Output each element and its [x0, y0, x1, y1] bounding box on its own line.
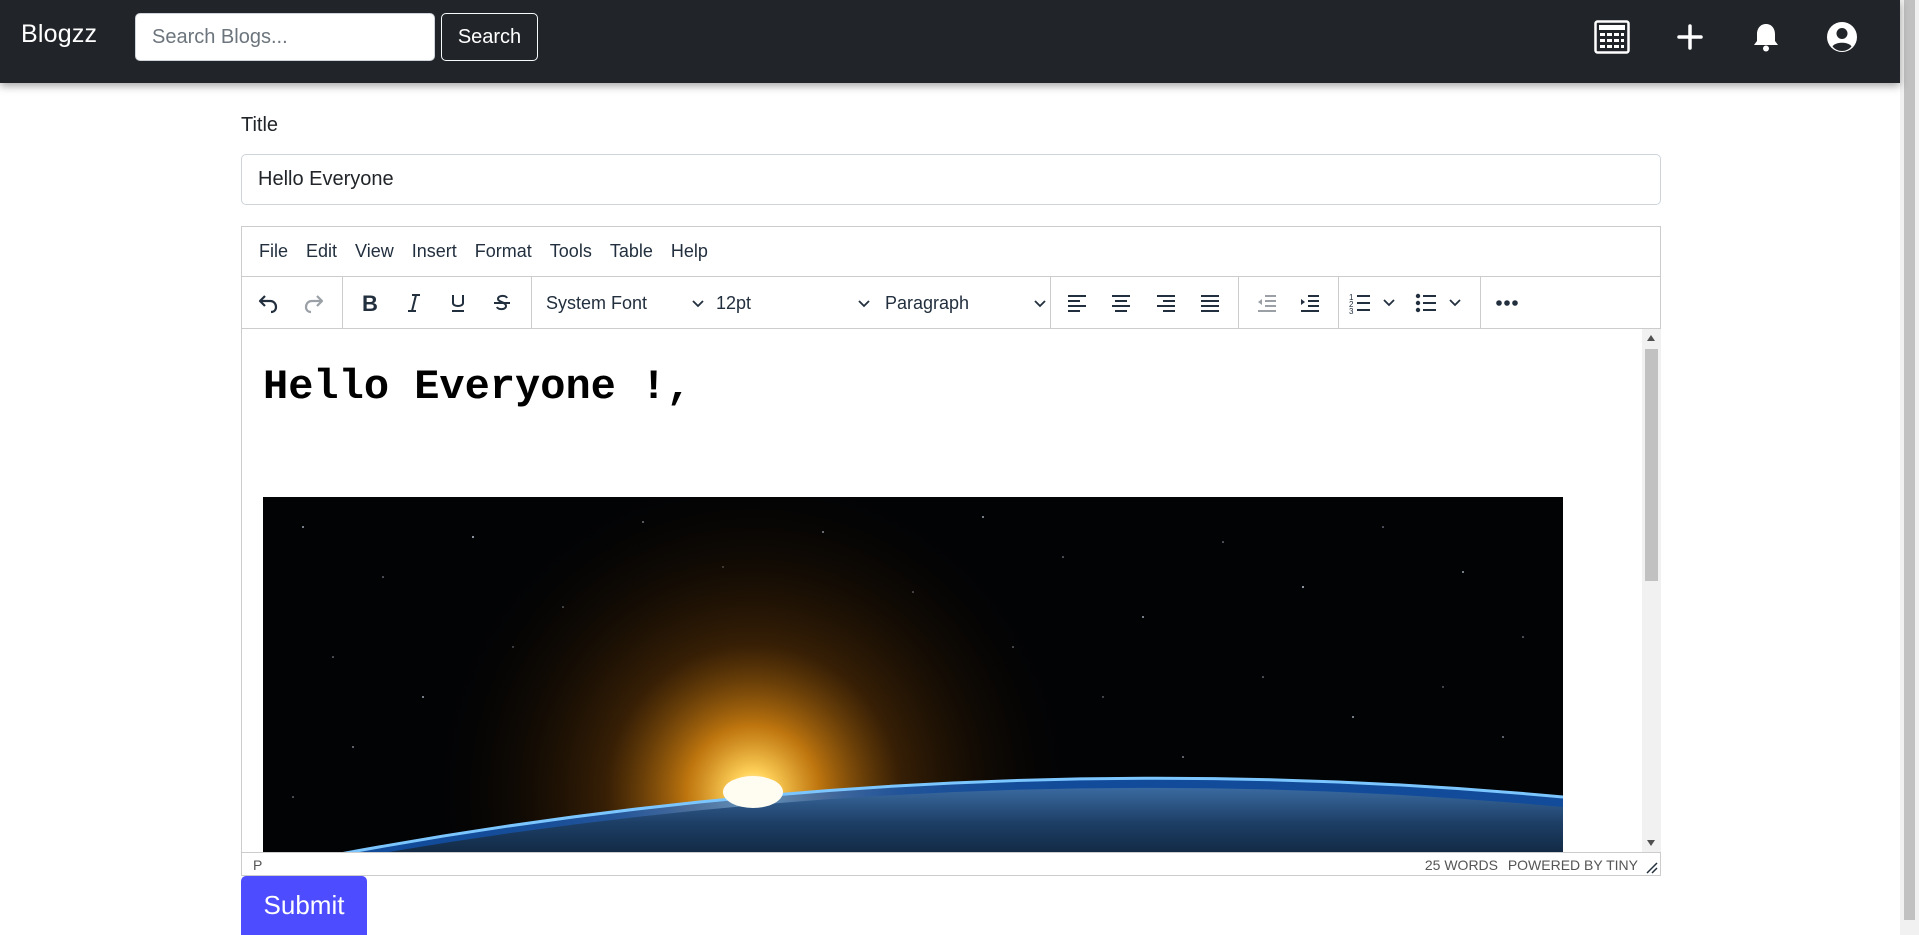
- menu-insert[interactable]: Insert: [403, 241, 466, 262]
- calculator-icon[interactable]: [1594, 19, 1630, 55]
- menu-table[interactable]: Table: [601, 241, 662, 262]
- bell-icon[interactable]: [1748, 19, 1784, 55]
- align-right-icon[interactable]: [1149, 286, 1183, 320]
- strikethrough-icon[interactable]: [485, 286, 519, 320]
- content-heading[interactable]: Hello Everyone !,: [263, 363, 691, 411]
- redo-icon[interactable]: [297, 286, 331, 320]
- font-family-select[interactable]: System Font: [546, 286, 706, 320]
- numbered-list-icon[interactable]: 123: [1348, 286, 1400, 320]
- italic-icon[interactable]: [397, 286, 431, 320]
- toolbar-divider: [531, 277, 532, 328]
- font-size-value: 12pt: [716, 292, 752, 313]
- plus-icon[interactable]: [1672, 19, 1708, 55]
- bold-icon[interactable]: B: [353, 286, 387, 320]
- more-icon[interactable]: [1490, 286, 1524, 320]
- toolbar-divider: [1238, 277, 1239, 328]
- indent-icon[interactable]: [1293, 286, 1327, 320]
- align-center-icon[interactable]: [1104, 286, 1138, 320]
- word-count[interactable]: 25 WORDS: [1425, 857, 1498, 873]
- svg-text:B: B: [362, 292, 378, 314]
- toolbar-divider: [342, 277, 343, 328]
- rich-text-editor: File Edit View Insert Format Tools Table…: [241, 226, 1661, 876]
- search-input[interactable]: [135, 13, 435, 61]
- undo-icon[interactable]: [251, 286, 285, 320]
- align-left-icon[interactable]: [1060, 286, 1094, 320]
- chevron-down-icon: [1034, 300, 1046, 308]
- menu-help[interactable]: Help: [662, 241, 717, 262]
- bullet-list-icon[interactable]: [1414, 286, 1466, 320]
- user-circle-icon[interactable]: [1824, 19, 1860, 55]
- earth-sunrise-image[interactable]: [263, 497, 1563, 852]
- menu-edit[interactable]: Edit: [297, 241, 346, 262]
- editor-menubar: File Edit View Insert Format Tools Table…: [242, 227, 1660, 277]
- toolbar-divider: [1338, 277, 1339, 328]
- block-format-value: Paragraph: [885, 292, 970, 313]
- element-path[interactable]: P: [253, 857, 262, 873]
- page-scrollbar-thumb[interactable]: [1904, 0, 1915, 920]
- search-button[interactable]: Search: [441, 13, 538, 61]
- block-format-select[interactable]: Paragraph: [885, 286, 1048, 320]
- menu-format[interactable]: Format: [466, 241, 541, 262]
- scroll-up-icon[interactable]: [1647, 335, 1655, 341]
- title-label: Title: [241, 114, 279, 136]
- brand-logo[interactable]: Blogzz: [21, 20, 97, 49]
- scroll-down-icon[interactable]: [1647, 840, 1655, 846]
- chevron-down-icon: [692, 300, 704, 308]
- editor-content[interactable]: Hello Everyone !,: [242, 329, 1642, 852]
- menu-view[interactable]: View: [346, 241, 403, 262]
- toolbar-divider: [1480, 277, 1481, 328]
- editor-scrollbar[interactable]: [1642, 329, 1661, 852]
- align-justify-icon[interactable]: [1193, 286, 1227, 320]
- submit-button[interactable]: Submit: [241, 876, 367, 935]
- top-navbar: Blogzz Search: [0, 0, 1900, 83]
- editor-statusbar: P 25 WORDS POWERED BY TINY: [242, 852, 1660, 876]
- font-family-value: System Font: [546, 292, 648, 313]
- svg-text:3: 3: [1349, 307, 1354, 315]
- toolbar-divider: [1050, 277, 1051, 328]
- font-size-select[interactable]: 12pt: [716, 286, 872, 320]
- editor-scrollbar-thumb[interactable]: [1645, 349, 1658, 581]
- underline-icon[interactable]: [441, 286, 475, 320]
- menu-tools[interactable]: Tools: [541, 241, 601, 262]
- resize-handle-icon[interactable]: [1644, 860, 1658, 874]
- outdent-icon[interactable]: [1250, 286, 1284, 320]
- powered-by-link[interactable]: POWERED BY TINY: [1508, 857, 1638, 873]
- chevron-down-icon: [858, 300, 870, 308]
- menu-file[interactable]: File: [250, 241, 297, 262]
- title-input[interactable]: [241, 154, 1661, 205]
- editor-toolbar: B System Font 12pt Paragraph 1 2 3: [242, 277, 1660, 329]
- page-scrollbar[interactable]: [1900, 0, 1919, 935]
